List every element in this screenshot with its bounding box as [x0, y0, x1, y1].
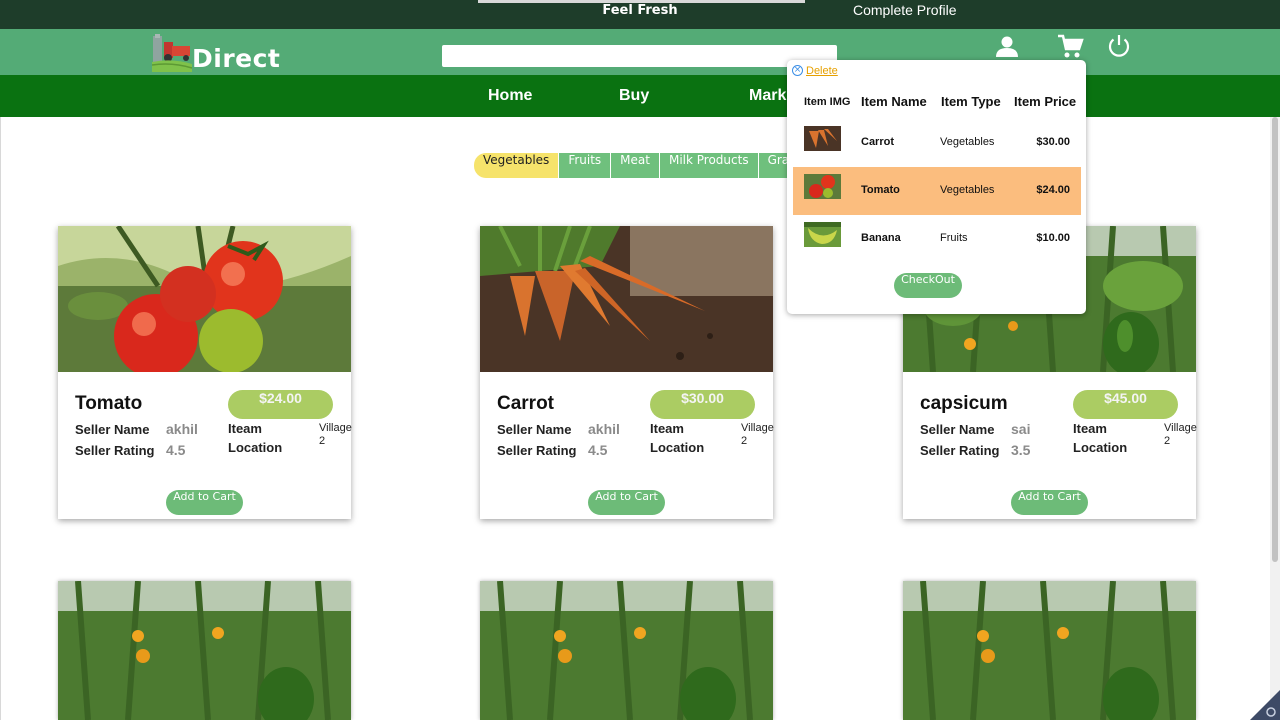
price-badge: $45.00: [1073, 390, 1178, 419]
scrollbar[interactable]: [1270, 117, 1280, 720]
product-image-capsicum: [903, 581, 1196, 720]
cart-row[interactable]: Banana Fruits $10.00: [793, 215, 1081, 263]
top-bar: Feel Fresh Complete Profile: [0, 0, 1280, 29]
cart-icon[interactable]: [1056, 32, 1084, 60]
product-name: Tomato: [75, 393, 143, 414]
cart-item-name: Carrot: [861, 136, 895, 148]
add-to-cart-button[interactable]: Add to Cart: [166, 490, 243, 515]
logo-text: Direct: [192, 44, 281, 73]
product-image-capsicum: [58, 581, 351, 720]
seller-rating-value: 3.5: [1011, 442, 1031, 458]
seller-rating-value: 4.5: [166, 442, 186, 458]
item-location-label-2: Location: [650, 440, 705, 455]
item-location-label: Iteam: [1073, 421, 1107, 436]
complete-profile-link[interactable]: Complete Profile: [853, 2, 957, 18]
nav-buy[interactable]: Buy: [619, 87, 649, 105]
category-tabs: Vegetables Fruits Meat Milk Products Gra…: [474, 153, 817, 178]
tab-vegetables[interactable]: Vegetables: [474, 153, 560, 178]
product-card: Tomato $24.00 Seller Name akhil Seller R…: [58, 226, 352, 519]
add-to-cart-button[interactable]: Add to Cart: [588, 490, 665, 515]
tab-milk-products[interactable]: Milk Products: [659, 153, 759, 178]
tab-meat[interactable]: Meat: [611, 153, 660, 178]
product-image-capsicum: [480, 581, 773, 720]
seller-rating-label: Seller Rating: [75, 443, 155, 458]
delete-link[interactable]: Delete: [806, 65, 838, 77]
cart-item-type: Fruits: [940, 232, 968, 244]
checkout-button[interactable]: CheckOut: [894, 273, 962, 298]
product-image-tomato: [58, 226, 351, 372]
tagline: Feel Fresh: [602, 3, 678, 18]
cart-item-name: Tomato: [861, 184, 900, 196]
seller-name-value: sai: [1011, 421, 1031, 437]
cart-item-image: [804, 174, 841, 199]
nav-market[interactable]: Mark: [749, 87, 786, 105]
cart-row[interactable]: Carrot Vegetables $30.00: [793, 119, 1081, 167]
header-item-img: Item IMG: [804, 96, 851, 108]
product-card: Carrot $30.00 Seller Name akhil Seller R…: [480, 226, 774, 519]
cart-item-price: $24.00: [1036, 184, 1070, 196]
item-location-label-2: Location: [1073, 440, 1128, 455]
close-circle-icon[interactable]: ×: [792, 65, 803, 76]
seller-name-value: akhil: [166, 421, 198, 437]
item-location-value: Village 2: [1164, 422, 1197, 447]
seller-name-label: Seller Name: [497, 422, 572, 437]
settings-corner-icon[interactable]: [1245, 690, 1280, 720]
add-to-cart-button[interactable]: Add to Cart: [1011, 490, 1088, 515]
item-location-label: Iteam: [228, 421, 262, 436]
item-location-label-2: Location: [228, 440, 283, 455]
seller-name-value: akhil: [588, 421, 620, 437]
nav-home[interactable]: Home: [488, 87, 532, 105]
seller-name-label: Seller Name: [75, 422, 150, 437]
power-icon[interactable]: [1105, 32, 1133, 60]
cart-row-selected[interactable]: Tomato Vegetables $24.00: [793, 167, 1081, 215]
header-item-price: Item Price: [1014, 94, 1077, 109]
header-item-name: Item Name: [861, 94, 927, 109]
product-card: [58, 581, 351, 720]
cart-item-price: $10.00: [1036, 232, 1070, 244]
search-input[interactable]: [442, 45, 837, 67]
product-image-carrot: [480, 226, 773, 372]
tab-fruits[interactable]: Fruits: [559, 153, 612, 178]
product-card: [480, 581, 773, 720]
cart-item-image: [804, 126, 841, 151]
user-icon[interactable]: [993, 32, 1021, 60]
cart-item-image: [804, 222, 841, 247]
price-badge: $24.00: [228, 390, 333, 419]
scrollbar-thumb[interactable]: [1272, 117, 1278, 562]
seller-rating-value: 4.5: [588, 442, 608, 458]
product-card: [903, 581, 1196, 720]
item-location-value: Village 2: [319, 422, 352, 447]
cart-item-type: Vegetables: [940, 136, 995, 148]
seller-name-label: Seller Name: [920, 422, 995, 437]
item-location-label: Iteam: [650, 421, 684, 436]
header-item-type: Item Type: [941, 94, 1001, 109]
cart-item-type: Vegetables: [940, 184, 995, 196]
price-badge: $30.00: [650, 390, 755, 419]
item-location-value: Village 2: [741, 422, 774, 447]
cart-item-name: Banana: [861, 232, 901, 244]
cart-popup: × Delete Item IMG Item Name Item Type It…: [787, 60, 1086, 314]
cart-item-price: $30.00: [1036, 136, 1070, 148]
product-name: capsicum: [920, 393, 1008, 414]
seller-rating-label: Seller Rating: [920, 443, 1000, 458]
seller-rating-label: Seller Rating: [497, 443, 577, 458]
product-name: Carrot: [497, 393, 555, 414]
